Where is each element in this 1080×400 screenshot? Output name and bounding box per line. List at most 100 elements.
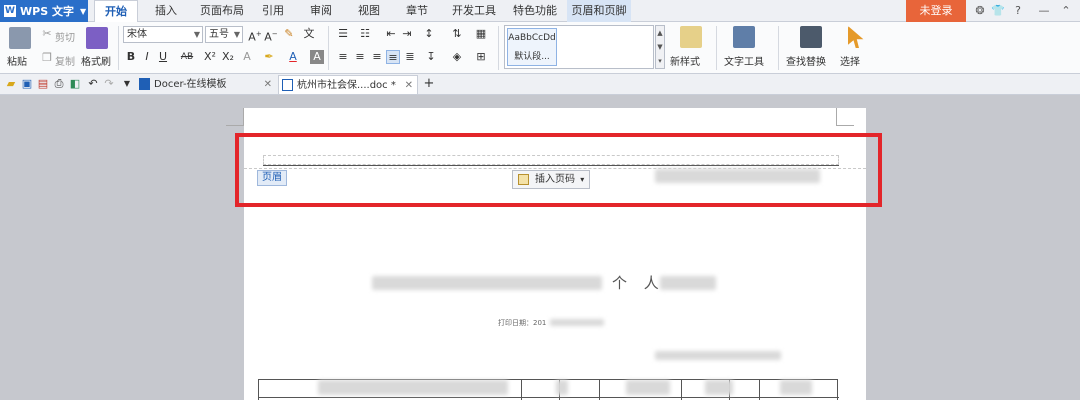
redacted-title [372, 276, 602, 290]
highlight-icon[interactable]: ✒ [262, 50, 276, 64]
subscript-button[interactable]: X₂ [220, 50, 236, 64]
superscript-button[interactable]: X² [202, 50, 218, 64]
collapse-icon[interactable]: ⌃ [1058, 3, 1074, 19]
numbered-list-icon[interactable]: ☷ [358, 27, 372, 41]
text-effect-icon[interactable]: A [240, 50, 254, 64]
phonetic-icon[interactable]: 文 [302, 27, 316, 41]
divider [328, 26, 329, 70]
strikethrough-button[interactable]: AB [178, 50, 196, 64]
redo-icon[interactable]: ↷ [102, 77, 116, 91]
minimize-icon[interactable]: — [1036, 3, 1052, 19]
help-icon[interactable]: ? [1010, 3, 1026, 19]
tab-view[interactable]: 视图 [349, 0, 389, 22]
title-bar: W WPS 文字 ▼ 开始 插入 页面布局 引用 审阅 视图 章节 开发工具 特… [0, 0, 1080, 23]
cut-label[interactable]: 剪切 [55, 29, 75, 44]
doc-tab-label: Docer-在线模板 [154, 79, 227, 90]
shirt-icon[interactable]: 👕 [990, 3, 1006, 19]
new-style-icon [680, 26, 702, 48]
align-right-icon[interactable]: ≡ [370, 50, 384, 64]
align-center-icon[interactable]: ≡ [353, 50, 367, 64]
style-gallery-scroll[interactable]: ▲ ▼ ▾ [655, 25, 665, 69]
tab-insert[interactable]: 插入 [144, 0, 188, 22]
line-spacing-icon[interactable]: ↕ [422, 27, 436, 41]
new-tab-button[interactable]: + [422, 77, 436, 91]
grow-font-icon[interactable]: A+ [248, 27, 262, 44]
text-tools-icon [733, 26, 755, 48]
ribbon: 粘贴 ✂ 剪切 ❐ 复制 格式刷 宋体 ▼ 五号 ▼ A+ A− ✎ 文 B I… [0, 22, 1080, 74]
word-doc-icon [282, 79, 293, 91]
table-row-divider [259, 397, 839, 398]
redacted-table-cell [705, 380, 733, 395]
bullet-list-icon[interactable]: ☰ [336, 27, 350, 41]
font-name-select[interactable]: 宋体 ▼ [123, 26, 203, 43]
find-replace-label: 查找替换 [786, 57, 826, 68]
quick-access-dropdown-icon[interactable]: ▼ [120, 77, 134, 91]
divider [118, 26, 119, 70]
doc-tab-docer[interactable]: Docer-在线模板 ✕ [136, 75, 276, 94]
font-size-select[interactable]: 五号 ▼ [205, 26, 243, 43]
bold-button[interactable]: B [124, 50, 138, 64]
style-preview: AaBbCcDd [508, 33, 556, 43]
close-icon[interactable]: ✕ [264, 75, 272, 94]
copy-label[interactable]: 复制 [55, 53, 75, 68]
text-tools-label: 文字工具 [724, 57, 764, 68]
format-painter-label: 格式刷 [81, 57, 111, 68]
style-gallery[interactable]: AaBbCcDd 默认段... [504, 25, 654, 69]
outdent-icon[interactable]: ⇤ [384, 27, 398, 41]
wps-logo-icon: W [4, 5, 16, 17]
save-icon[interactable]: ▣ [20, 77, 34, 91]
style-default[interactable]: AaBbCcDd 默认段... [507, 28, 557, 66]
login-button[interactable]: 未登录 [906, 0, 966, 22]
sort-icon[interactable]: ⇅ [450, 27, 464, 41]
undo-icon[interactable]: ↶ [86, 77, 100, 91]
app-menu-button[interactable]: W WPS 文字 ▼ [0, 0, 88, 22]
divider [498, 26, 499, 70]
print-icon[interactable]: ⎙ [52, 77, 66, 91]
style-name: 默认段... [514, 52, 550, 62]
tab-special[interactable]: 特色功能 [507, 0, 563, 22]
doc-tab-document[interactable]: 杭州市社会保....doc * ✕ [278, 75, 418, 94]
tab-header-footer[interactable]: 页眉和页脚 [567, 0, 631, 22]
page-corner-mark [226, 108, 244, 126]
export-pdf-icon[interactable]: ▤ [36, 77, 50, 91]
align-left-icon[interactable]: ≡ [336, 50, 350, 64]
tab-references[interactable]: 引用 [255, 0, 291, 22]
underline-button[interactable]: U [156, 50, 170, 64]
char-shading-icon[interactable]: A [310, 50, 324, 64]
tab-developer[interactable]: 开发工具 [446, 0, 502, 22]
font-size-value: 五号 [209, 29, 229, 40]
close-icon[interactable]: ✕ [405, 76, 413, 95]
border-icon[interactable]: ⊞ [474, 50, 488, 64]
italic-button[interactable]: I [140, 50, 154, 64]
font-color-icon[interactable]: A [286, 50, 300, 64]
app-name: WPS 文字 [20, 5, 74, 18]
shading-icon[interactable]: ◈ [450, 50, 464, 64]
distributed-icon[interactable]: ≣ [403, 50, 417, 64]
document-title-fragment: 个 人 [612, 274, 665, 292]
font-name-value: 宋体 [127, 29, 147, 40]
binoculars-icon [800, 26, 822, 48]
paragraph-spacing-icon[interactable]: ↧ [424, 50, 438, 64]
divider [778, 26, 779, 70]
print-date-label: 打印日期：201 [498, 319, 547, 327]
justify-icon[interactable]: ≡ [386, 50, 400, 64]
tab-section[interactable]: 章节 [397, 0, 437, 22]
copy-icon[interactable]: ❐ [40, 51, 54, 65]
redacted-table-cell [626, 380, 670, 395]
paste-label: 粘贴 [7, 57, 27, 68]
tab-review[interactable]: 审阅 [300, 0, 342, 22]
scissors-icon[interactable]: ✂ [40, 27, 54, 41]
print-preview-icon[interactable]: ◧ [68, 77, 82, 91]
open-folder-icon[interactable]: ▰ [4, 77, 18, 91]
redacted-table-cell [318, 380, 508, 395]
indent-icon[interactable]: ⇥ [400, 27, 414, 41]
tab-page-layout[interactable]: 页面布局 [194, 0, 250, 22]
paste-icon [9, 27, 31, 49]
brush-icon [86, 27, 108, 49]
skin-icon[interactable]: ❂ [972, 3, 988, 19]
chevron-down-icon: ▼ [233, 30, 240, 39]
clear-format-icon[interactable]: ✎ [282, 27, 296, 41]
tab-home[interactable]: 开始 [94, 0, 138, 23]
table-grid-icon[interactable]: ▦ [474, 27, 488, 41]
shrink-font-icon[interactable]: A− [264, 27, 278, 44]
